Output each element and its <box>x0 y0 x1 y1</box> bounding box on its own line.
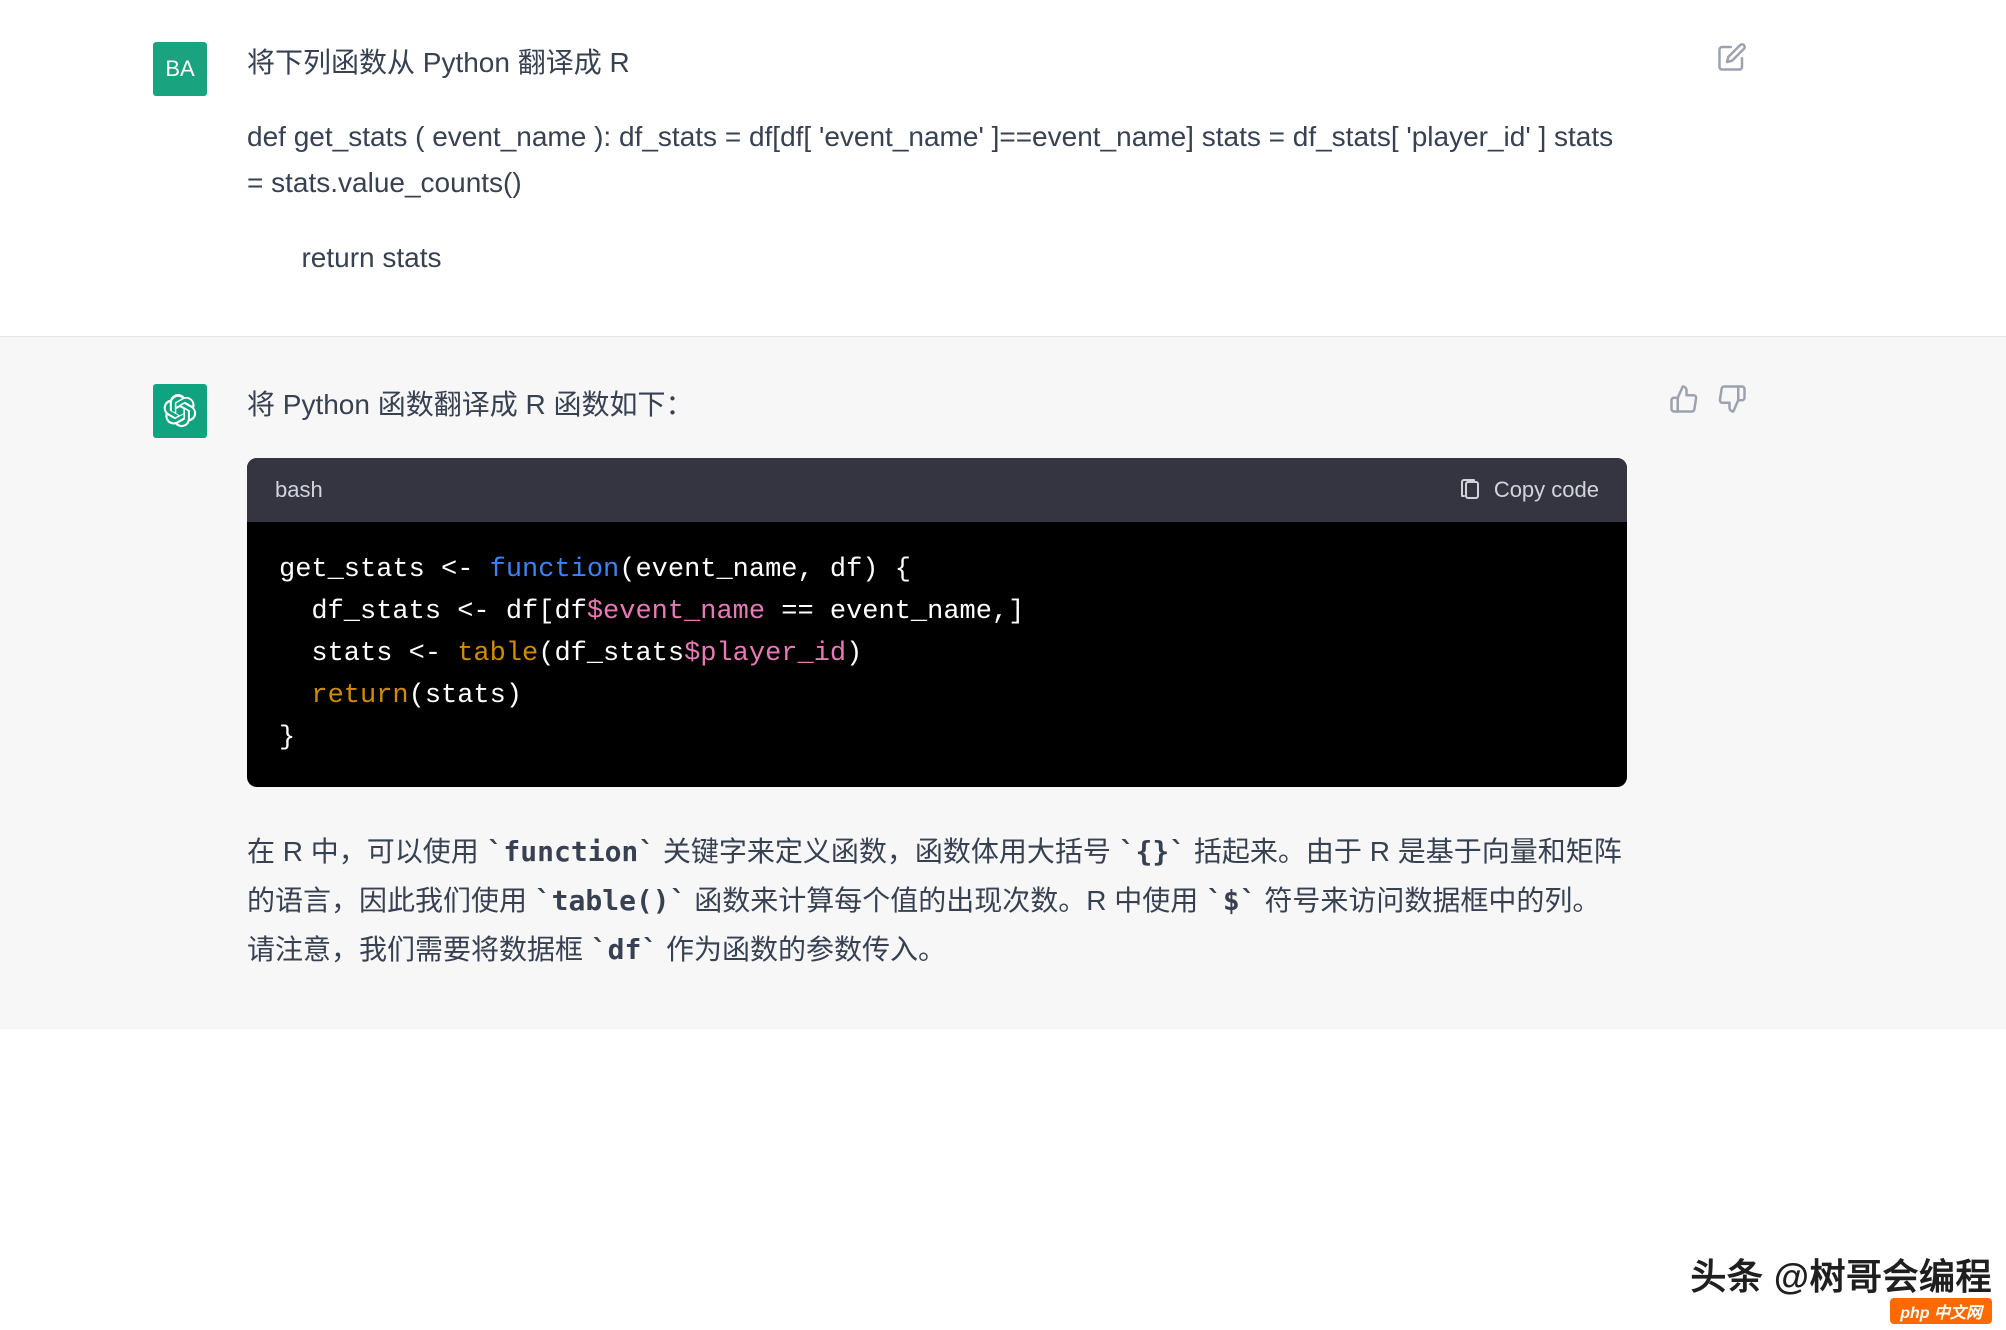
thumbs-up-icon[interactable] <box>1669 384 1699 414</box>
assistant-message: 将 Python 函数翻译成 R 函数如下： bash Copy code ge… <box>0 336 2006 1030</box>
assistant-avatar <box>153 384 207 438</box>
copy-code-button[interactable]: Copy code <box>1458 472 1599 508</box>
watermark-badge: php 中文网 <box>1890 1298 1992 1324</box>
user-code-text-2: return stats <box>247 235 1627 281</box>
assistant-message-body: 将 Python 函数翻译成 R 函数如下： bash Copy code ge… <box>247 382 1627 975</box>
assistant-row: 将 Python 函数翻译成 R 函数如下： bash Copy code ge… <box>113 382 1893 975</box>
code-header: bash Copy code <box>247 458 1627 522</box>
thumbs-down-icon[interactable] <box>1717 384 1747 414</box>
openai-logo-icon <box>163 394 197 428</box>
copy-code-label: Copy code <box>1494 472 1599 508</box>
user-prompt-text: 将下列函数从 Python 翻译成 R <box>247 40 1627 86</box>
watermark-text: 头条 @树哥会编程 <box>1690 1248 1992 1300</box>
code-block: bash Copy code get_stats <- function(eve… <box>247 458 1627 788</box>
code-language-label: bash <box>275 472 323 508</box>
user-actions <box>1627 40 1747 281</box>
clipboard-icon <box>1458 478 1482 502</box>
assistant-explanation: 在 R 中，可以使用 `function` 关键字来定义函数，函数体用大括号 `… <box>247 827 1627 974</box>
user-message: BA 将下列函数从 Python 翻译成 R def get_stats ( e… <box>0 0 2006 336</box>
code-content: get_stats <- function(event_name, df) { … <box>247 522 1627 787</box>
user-code-text-1: def get_stats ( event_name ): df_stats =… <box>247 114 1627 206</box>
user-avatar: BA <box>153 42 207 96</box>
assistant-intro: 将 Python 函数翻译成 R 函数如下： <box>247 382 1627 428</box>
user-row: BA 将下列函数从 Python 翻译成 R def get_stats ( e… <box>113 40 1893 281</box>
user-message-body: 将下列函数从 Python 翻译成 R def get_stats ( even… <box>247 40 1627 281</box>
edit-icon[interactable] <box>1717 42 1747 72</box>
assistant-actions <box>1627 382 1747 975</box>
